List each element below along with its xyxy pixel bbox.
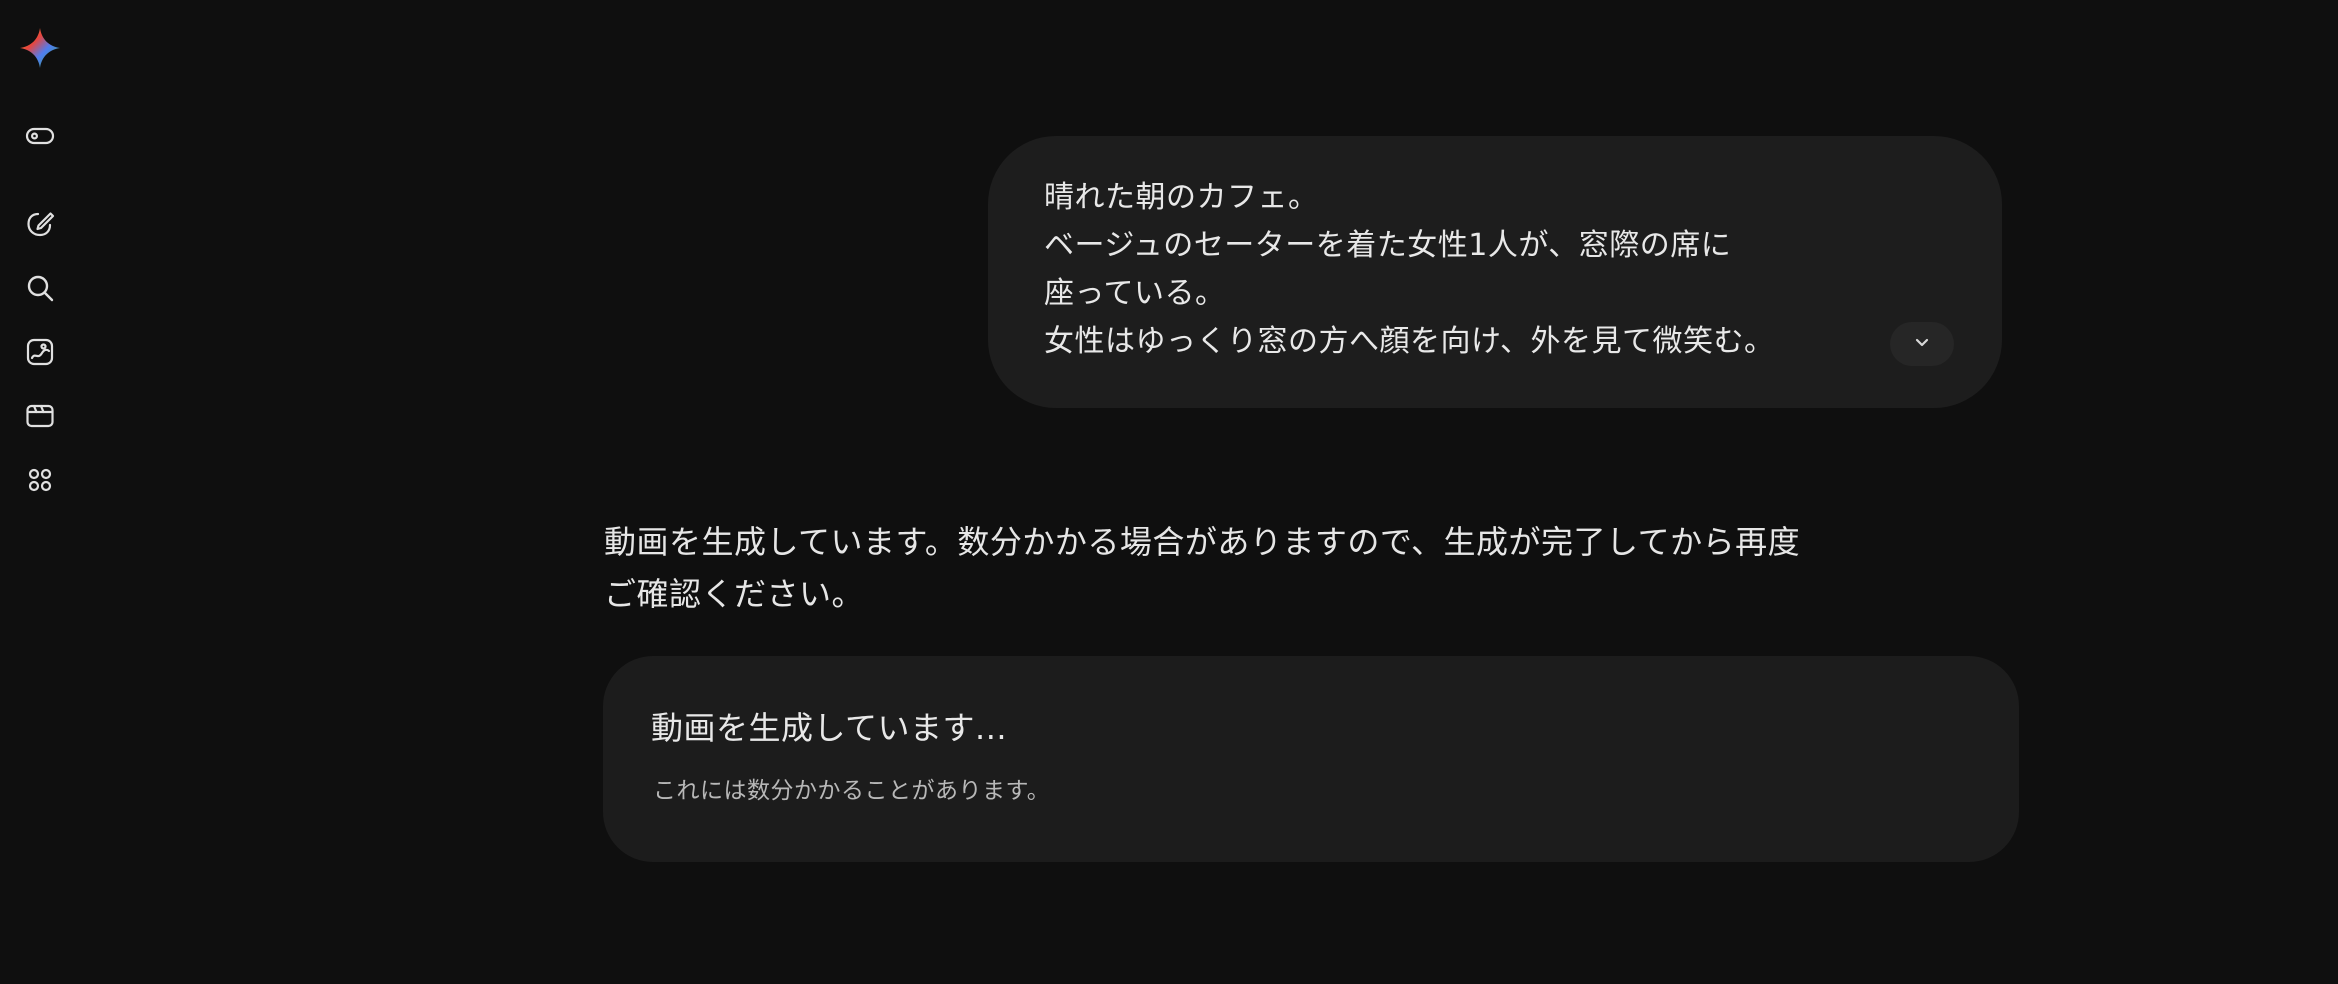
user-message-line: ベージュのセーターを着た女性1人が、窓際の席に xyxy=(1044,228,1732,263)
user-message-line: 女性はゆっくり窓の方へ顔を向け、外を見て微笑む。 xyxy=(1044,324,1775,359)
user-message-line: 座っている。 xyxy=(1044,276,1226,311)
user-message-line: 晴れた朝のカフェ。 xyxy=(1044,180,1319,215)
response-line: 動画を生成しています。数分かかる場合がありますので、生成が完了してから再度 xyxy=(604,523,1801,561)
assistant-response: 動画を生成しています。数分かかる場合がありますので、生成が完了してから再度 ご確… xyxy=(604,516,1904,620)
apps-grid-icon[interactable] xyxy=(16,456,64,504)
gemini-sparkle-icon[interactable] xyxy=(16,24,64,72)
sidebar xyxy=(0,0,80,984)
app-root: 晴れた朝のカフェ。 ベージュのセーターを着た女性1人が、窓際の席に 座っている。… xyxy=(0,0,2338,984)
status-subtitle: これには数分かかることがあります。 xyxy=(653,778,1051,804)
expand-message-button[interactable] xyxy=(1890,322,1954,366)
chevron-down-icon xyxy=(1912,332,1932,356)
video-generation-status-card: 動画を生成しています... これには数分かかることがあります。 xyxy=(603,656,2019,862)
status-title: 動画を生成しています... xyxy=(651,709,1008,747)
image-gallery-icon[interactable] xyxy=(16,328,64,376)
user-message-bubble: 晴れた朝のカフェ。 ベージュのセーターを着た女性1人が、窓際の席に 座っている。… xyxy=(988,136,2002,408)
response-line: ご確認ください。 xyxy=(604,575,865,613)
toggle-icon[interactable] xyxy=(16,112,64,160)
user-message-text: 晴れた朝のカフェ。 ベージュのセーターを着た女性1人が、窓際の席に 座っている。… xyxy=(1044,174,1904,366)
edit-pen-icon[interactable] xyxy=(16,200,64,248)
video-clapper-icon[interactable] xyxy=(16,392,64,440)
search-icon[interactable] xyxy=(16,264,64,312)
